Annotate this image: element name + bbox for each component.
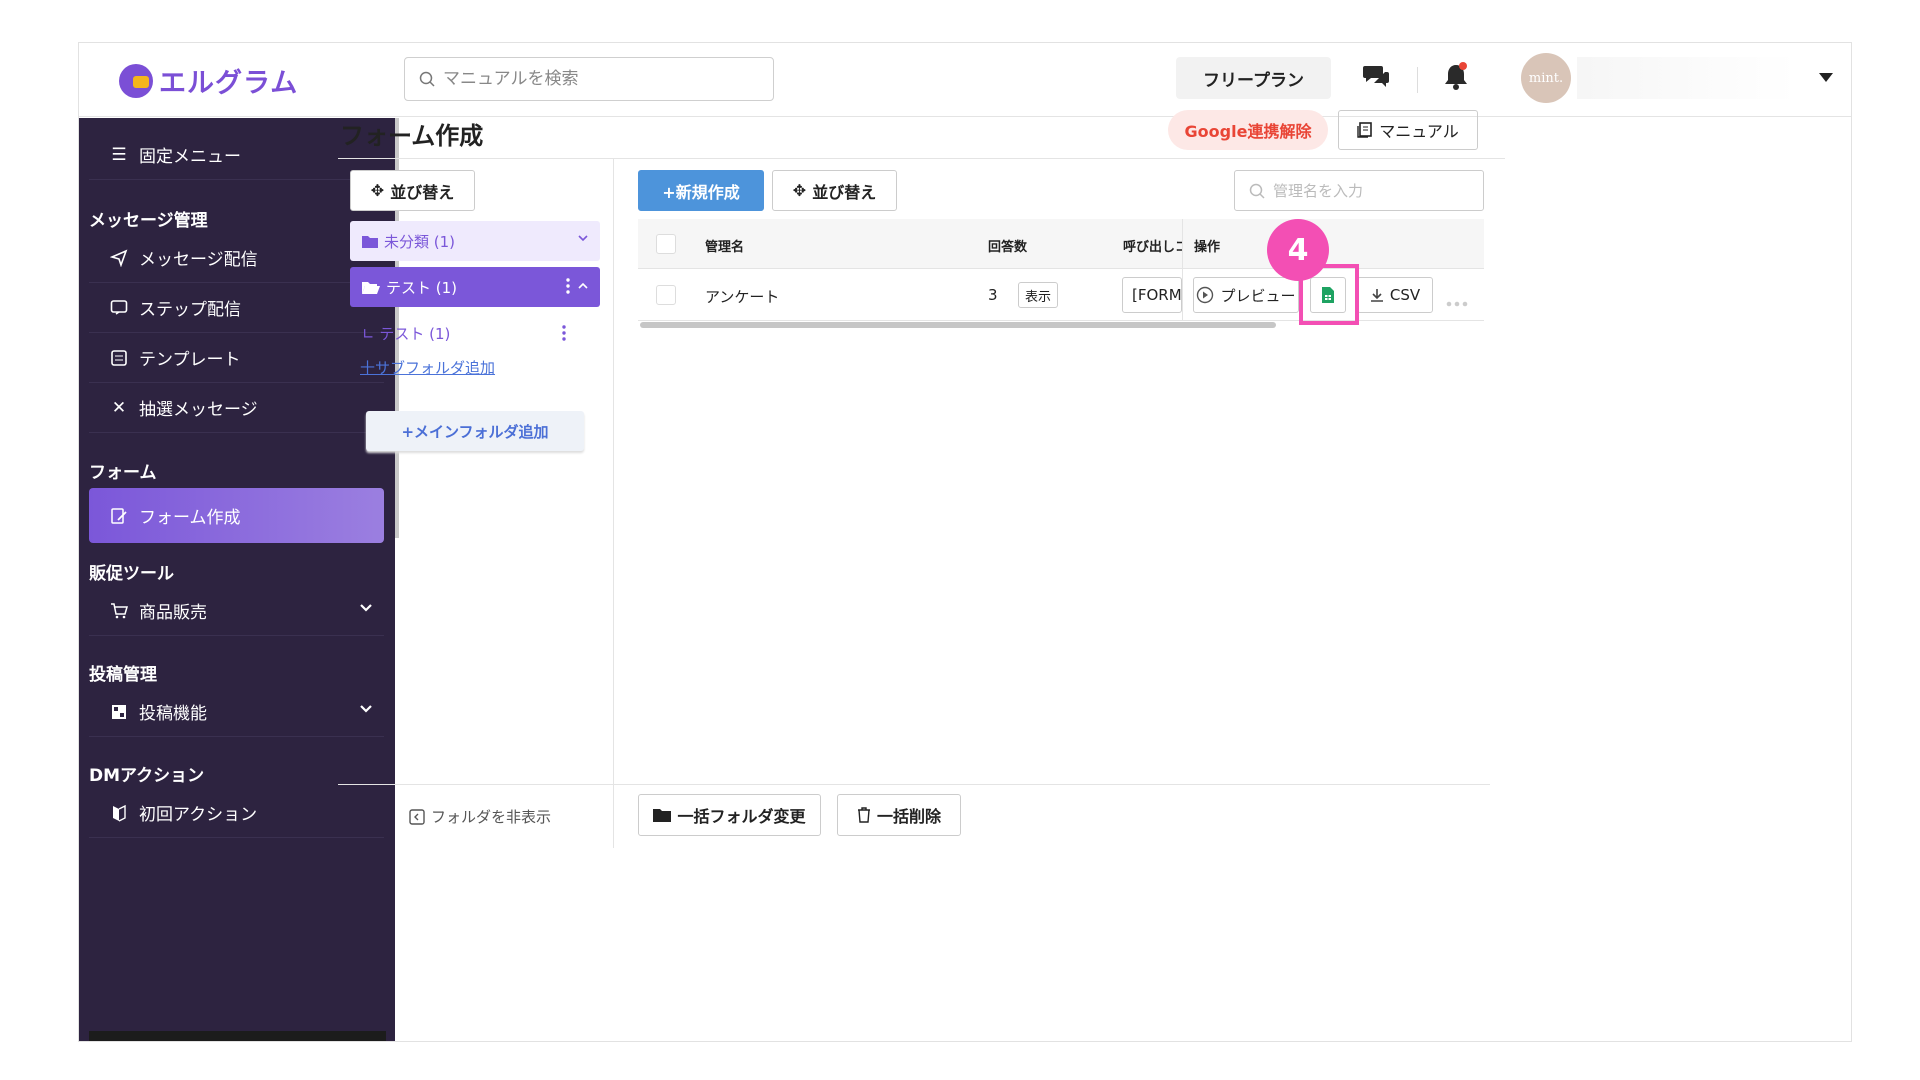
subfolder-test[interactable]: ∟ テスト (1) (362, 323, 450, 344)
preview-button[interactable]: プレビュー (1193, 277, 1299, 313)
preview-label: プレビュー (1220, 286, 1296, 305)
name-filter[interactable] (1234, 170, 1484, 211)
download-icon (1370, 289, 1383, 302)
folder-sort-button[interactable]: ✥ 並び替え (350, 170, 475, 211)
column-header: 呼び出しコ (1123, 240, 1183, 255)
bulk-delete-button[interactable]: 一括削除 (837, 794, 961, 836)
table-scrollbar[interactable] (640, 322, 1276, 328)
hide-folders-button[interactable]: フォルダを非表示 (409, 806, 551, 827)
column-header: 操作 (1194, 240, 1221, 255)
bulk-folder-label: 一括フォルダ変更 (677, 807, 806, 826)
main-content (79, 43, 1851, 1041)
form-name[interactable]: アンケート (705, 286, 779, 307)
folder-open-icon (362, 281, 380, 294)
column-header: 管理名 (705, 240, 745, 255)
answer-count: 3 (988, 286, 998, 304)
chevron-down-icon (576, 231, 590, 249)
kebab-icon[interactable] (562, 325, 566, 345)
manual-button[interactable]: マニュアル (1338, 110, 1478, 150)
more-icon[interactable] (1446, 292, 1468, 311)
bulk-delete-label: 一括削除 (876, 807, 941, 826)
add-subfolder-link[interactable]: 十サブフォルダ追加 (360, 357, 495, 378)
csv-label: CSV (1389, 286, 1421, 304)
show-answers-button[interactable]: 表示 (1018, 282, 1058, 308)
call-code-field[interactable]: [FORM_ (1122, 277, 1182, 313)
divider (613, 158, 614, 848)
folder-uncategorized[interactable]: 未分類 (1) (350, 221, 600, 261)
search-icon (1249, 183, 1265, 199)
new-form-button[interactable]: +新規作成 (638, 170, 764, 211)
folder-test[interactable]: テスト (1) (350, 267, 600, 307)
highlight-frame (1299, 264, 1359, 325)
folder-icon (362, 235, 378, 248)
collapse-left-icon (409, 808, 425, 825)
folder-label: テスト (1) (386, 278, 458, 297)
trash-icon (857, 807, 870, 823)
divider (338, 784, 1490, 785)
divider (1182, 219, 1183, 321)
select-all-checkbox[interactable] (656, 234, 676, 254)
form-sort-button[interactable]: ✥ 並び替え (772, 170, 897, 211)
add-main-folder-button[interactable]: +メインフォルダ追加 (366, 411, 584, 451)
row-checkbox[interactable] (656, 285, 676, 305)
divider (338, 158, 1505, 159)
csv-button[interactable]: CSV (1357, 277, 1433, 313)
play-icon (1197, 286, 1214, 304)
move-icon: ✥ (370, 181, 385, 200)
move-icon: ✥ (792, 181, 807, 200)
manual-label: マニュアル (1379, 122, 1459, 141)
folder-icon (653, 809, 672, 822)
folder-label: 未分類 (1) (384, 232, 456, 251)
chevron-up-icon[interactable] (576, 279, 590, 297)
page-title: フォーム作成 (340, 122, 484, 150)
table-header: 管理名 回答数 呼び出しコ 操作 (638, 219, 1484, 269)
bulk-folder-button[interactable]: 一括フォルダ変更 (638, 794, 821, 836)
column-header: 回答数 (988, 240, 1028, 255)
sort-label: 並び替え (390, 182, 455, 202)
sort-label: 並び替え (812, 182, 877, 202)
hide-folders-label: フォルダを非表示 (431, 808, 552, 826)
document-icon (1357, 122, 1373, 138)
app-window: エルグラム フリープラン mint. ☰ 固定メニュー メッセージ管理 メッセー… (78, 42, 1852, 1042)
filter-input[interactable] (1273, 181, 1473, 200)
kebab-icon[interactable] (566, 278, 570, 298)
google-unlink-button[interactable]: Google連携解除 (1168, 110, 1328, 150)
